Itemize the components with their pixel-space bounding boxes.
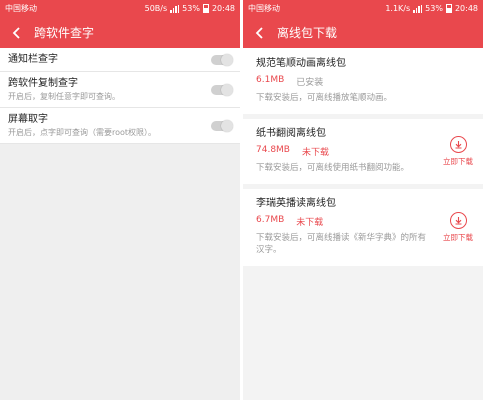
download-icon xyxy=(449,135,467,153)
package-item[interactable]: 李瑞英播读离线包 6.7MB 未下载 下载安装后，可离线播读《新华字典》的所有汉… xyxy=(243,189,483,266)
download-label: 立即下载 xyxy=(443,156,473,166)
setting-screen-capture[interactable]: 屏幕取字 开启后，点字即可查询（需要root权限）。 xyxy=(0,108,240,144)
back-arrow-icon xyxy=(12,26,20,39)
network-speed: 1.1K/s xyxy=(385,4,411,13)
package-description: 下载安装后，可离线播放笔顺动画。 xyxy=(256,93,393,103)
network-speed: 50B/s xyxy=(144,4,168,13)
download-button[interactable]: 立即下载 xyxy=(441,135,475,167)
setting-subtitle: 开启后，点字即可查询（需要root权限）。 xyxy=(8,128,157,137)
signal-icon xyxy=(170,4,180,13)
toggle-knob xyxy=(221,119,233,132)
download-label: 立即下载 xyxy=(443,232,473,242)
package-size: 74.8MB xyxy=(256,145,290,155)
status-bar: 中国移动 1.1K/s 53% 20:48 xyxy=(243,0,483,17)
app-bar: 离线包下载 xyxy=(243,17,483,48)
package-size: 6.1MB xyxy=(256,75,285,85)
package-status: 未下载 xyxy=(296,218,324,228)
package-title: 规范笔顺动画离线包 xyxy=(256,58,346,69)
download-icon xyxy=(449,211,467,229)
package-description: 下载安装后，可离线使用纸书翻阅功能。 xyxy=(256,163,410,173)
page-title: 离线包下载 xyxy=(277,26,338,40)
back-button[interactable] xyxy=(251,24,269,42)
setting-notification-lookup[interactable]: 通知栏查字 xyxy=(0,48,240,72)
carrier-label: 中国移动 xyxy=(248,4,280,13)
setting-title: 通知栏查字 xyxy=(8,54,58,65)
toggle-knob xyxy=(221,53,233,66)
package-description: 下载安装后，可离线播读《新华字典》的所有汉字。 xyxy=(256,233,427,255)
toggle-switch[interactable] xyxy=(211,53,233,66)
toggle-knob xyxy=(221,83,233,96)
page-title: 跨软件查字 xyxy=(34,26,95,40)
left-screen: 中国移动 50B/s 53% 20:48 跨软件查字 通知栏查字 跨软件复制查字… xyxy=(0,0,240,400)
download-button[interactable]: 立即下载 xyxy=(441,211,475,243)
package-status: 已安装 xyxy=(296,78,324,88)
setting-title: 屏幕取字 xyxy=(8,114,48,125)
package-status: 未下载 xyxy=(301,148,329,158)
back-button[interactable] xyxy=(8,24,26,42)
battery-icon xyxy=(445,4,452,13)
package-title: 李瑞英播读离线包 xyxy=(256,198,336,209)
battery-percent: 53% xyxy=(182,4,200,13)
setting-title: 跨软件复制查字 xyxy=(8,78,78,89)
app-bar: 跨软件查字 xyxy=(0,17,240,48)
carrier-label: 中国移动 xyxy=(5,4,37,13)
right-screen: 中国移动 1.1K/s 53% 20:48 离线包下载 规范笔顺动画离线包 6.… xyxy=(243,0,483,400)
toggle-switch[interactable] xyxy=(211,83,233,96)
back-arrow-icon xyxy=(255,26,263,39)
clock: 20:48 xyxy=(211,4,235,13)
signal-icon xyxy=(413,4,423,13)
clock: 20:48 xyxy=(454,4,478,13)
setting-subtitle: 开启后，复制任意字即可查询。 xyxy=(8,92,120,101)
package-size: 6.7MB xyxy=(256,215,285,225)
toggle-switch[interactable] xyxy=(211,119,233,132)
battery-percent: 53% xyxy=(425,4,443,13)
package-item[interactable]: 规范笔顺动画离线包 6.1MB 已安装 下载安装后，可离线播放笔顺动画。 xyxy=(243,48,483,114)
package-item[interactable]: 纸书翻阅离线包 74.8MB 未下载 下载安装后，可离线使用纸书翻阅功能。 立即… xyxy=(243,119,483,184)
status-bar: 中国移动 50B/s 53% 20:48 xyxy=(0,0,240,17)
setting-copy-lookup[interactable]: 跨软件复制查字 开启后，复制任意字即可查询。 xyxy=(0,72,240,108)
battery-icon xyxy=(202,4,209,13)
